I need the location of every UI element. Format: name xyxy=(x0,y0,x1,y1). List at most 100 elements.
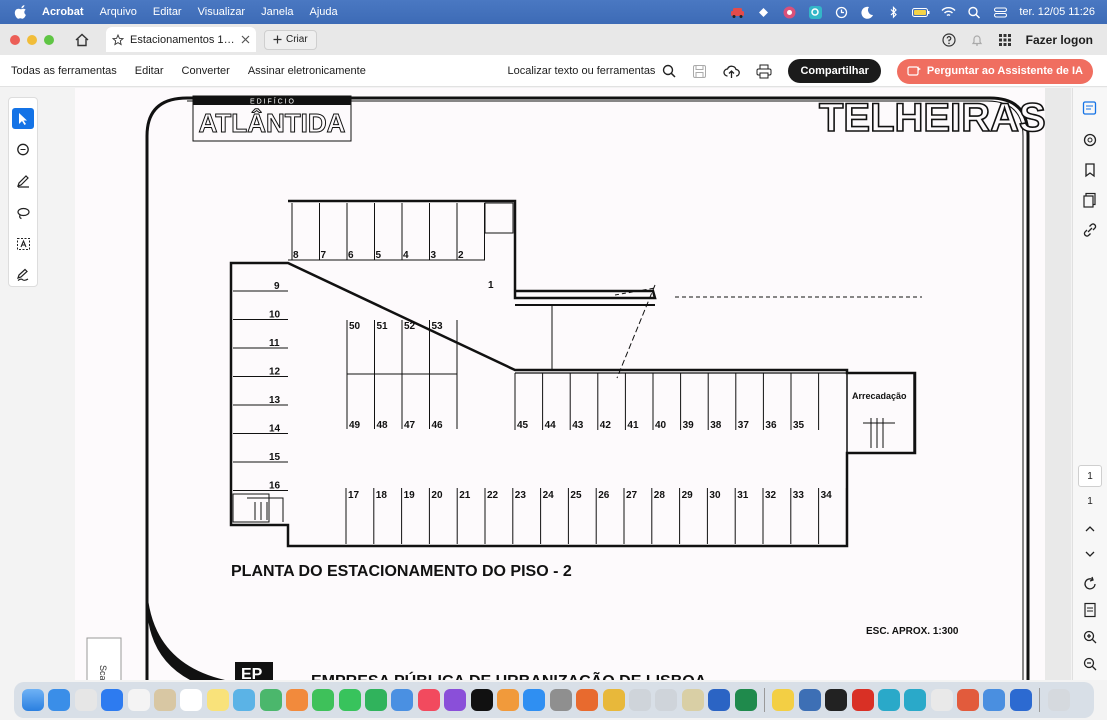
lasso-tool[interactable] xyxy=(12,202,34,223)
dock-contacts-icon[interactable] xyxy=(127,689,150,711)
dock-chrome-icon[interactable] xyxy=(602,689,625,711)
dock-photos-icon[interactable] xyxy=(285,689,308,711)
menu-app-name[interactable]: Acrobat xyxy=(42,6,84,18)
comment-tool[interactable] xyxy=(12,139,34,160)
dock-trash-icon[interactable] xyxy=(1047,689,1070,711)
dock-calendar-icon[interactable] xyxy=(180,689,203,711)
clock-status-icon[interactable] xyxy=(834,6,849,19)
bookmark-icon[interactable] xyxy=(1082,162,1098,178)
new-tab-button[interactable]: Criar xyxy=(264,29,317,50)
dock-disk-icon[interactable] xyxy=(798,689,821,711)
dock-warning-app-icon[interactable] xyxy=(772,689,795,711)
control-center-icon[interactable] xyxy=(993,6,1008,19)
link-icon[interactable] xyxy=(1082,222,1098,238)
dock-mail-icon[interactable] xyxy=(101,689,124,711)
page-down-icon[interactable] xyxy=(1082,546,1098,562)
car-status-icon[interactable] xyxy=(730,6,745,19)
attachment-icon[interactable] xyxy=(1082,132,1098,148)
dock-preview-icon[interactable] xyxy=(233,689,256,711)
bell-icon[interactable] xyxy=(970,33,984,47)
close-tab-icon[interactable] xyxy=(241,35,250,44)
dock-keynote-icon[interactable] xyxy=(391,689,414,711)
dock-git-icon[interactable] xyxy=(957,689,980,711)
draw-tool[interactable] xyxy=(12,171,34,192)
comments-panel-icon[interactable] xyxy=(1082,100,1098,116)
dock-notes-icon[interactable] xyxy=(153,689,176,711)
page-tools-icon[interactable] xyxy=(1082,602,1098,618)
text-tool[interactable] xyxy=(12,233,34,254)
star-icon[interactable] xyxy=(112,33,124,46)
dock-tv-icon[interactable] xyxy=(470,689,493,711)
print-icon[interactable] xyxy=(756,64,772,79)
dock-safari-icon[interactable] xyxy=(48,689,71,711)
zoom-out-icon[interactable] xyxy=(1082,656,1098,672)
space-number: 50 xyxy=(349,321,361,332)
minimize-window-button[interactable] xyxy=(27,34,37,45)
dock-appstore-icon[interactable] xyxy=(523,689,546,711)
toolbar-edit[interactable]: Editar xyxy=(135,65,164,77)
search-status-icon[interactable] xyxy=(808,5,823,19)
spotlight-search-icon[interactable] xyxy=(967,6,982,19)
find-tools-search[interactable]: Localizar texto ou ferramentas xyxy=(507,64,676,78)
close-window-button[interactable] xyxy=(10,34,20,45)
share-button[interactable]: Compartilhar xyxy=(788,59,881,83)
app-status-icon[interactable] xyxy=(756,6,771,19)
ai-assistant-button[interactable]: Perguntar ao Assistente de IA xyxy=(896,58,1093,84)
dock-stickies-icon[interactable] xyxy=(206,689,229,711)
menu-editar[interactable]: Editar xyxy=(153,6,182,18)
dock-search-app-2-icon[interactable] xyxy=(904,689,927,711)
moon-icon[interactable] xyxy=(860,6,875,19)
dock-unknown-app-icon[interactable] xyxy=(628,689,651,711)
zoom-window-button[interactable] xyxy=(44,34,54,45)
dock-finder-icon[interactable] xyxy=(22,689,44,711)
battery-icon[interactable] xyxy=(912,6,930,19)
home-icon[interactable] xyxy=(74,32,90,48)
toolbar-sign[interactable]: Assinar eletronicamente xyxy=(248,65,366,77)
menu-ajuda[interactable]: Ajuda xyxy=(310,6,338,18)
apps-grid-icon[interactable] xyxy=(998,33,1012,47)
save-icon[interactable] xyxy=(692,64,707,79)
menubar-datetime[interactable]: ter. 12/05 11:26 xyxy=(1019,6,1095,18)
dock-word-icon[interactable] xyxy=(708,689,731,711)
dock-window-icon[interactable] xyxy=(983,689,1006,711)
select-tool[interactable] xyxy=(12,108,34,130)
video-status-icon[interactable] xyxy=(782,6,797,19)
toolbar-convert[interactable]: Converter xyxy=(182,65,230,77)
pages-icon[interactable] xyxy=(1082,192,1098,208)
rotate-icon[interactable] xyxy=(1082,576,1098,592)
dock-music-icon[interactable] xyxy=(417,689,440,711)
dock-textedit-icon[interactable] xyxy=(681,689,704,711)
menu-arquivo[interactable]: Arquivo xyxy=(100,6,137,18)
help-icon[interactable] xyxy=(942,32,956,47)
dock-messages-icon[interactable] xyxy=(312,689,335,711)
document-viewport[interactable]: E D I F Í C I O ATLÂNTIDA TELHEIRAS Arre… xyxy=(75,88,1071,680)
dock-outlook-icon[interactable] xyxy=(1009,689,1032,711)
menu-janela[interactable]: Janela xyxy=(261,6,293,18)
dock-acrobat-icon[interactable] xyxy=(851,689,874,711)
dock-terminal-icon[interactable] xyxy=(825,689,848,711)
dock-maps-icon[interactable] xyxy=(259,689,282,711)
dock-firefox-icon[interactable] xyxy=(576,689,599,711)
dock-unknown-app-2-icon[interactable] xyxy=(655,689,678,711)
wifi-icon[interactable] xyxy=(941,6,956,19)
dock-document-icon[interactable] xyxy=(930,689,953,711)
tab-document[interactable]: Estacionamentos 18 e 1... xyxy=(106,27,256,52)
menu-visualizar[interactable]: Visualizar xyxy=(198,6,246,18)
toolbar-all-tools[interactable]: Todas as ferramentas xyxy=(11,65,117,77)
dock-launchpad-icon[interactable] xyxy=(74,689,97,711)
upload-cloud-icon[interactable] xyxy=(723,64,741,79)
dock-facetime-icon[interactable] xyxy=(338,689,361,711)
sign-tool[interactable] xyxy=(12,265,34,286)
dock-settings-icon[interactable] xyxy=(549,689,572,711)
dock-books-icon[interactable] xyxy=(497,689,520,711)
apple-icon[interactable] xyxy=(14,5,28,19)
login-link[interactable]: Fazer logon xyxy=(1026,33,1093,47)
current-page-input[interactable]: 1 xyxy=(1078,465,1102,487)
dock-search-app-icon[interactable] xyxy=(877,689,900,711)
zoom-in-icon[interactable] xyxy=(1082,629,1098,645)
dock-excel-icon[interactable] xyxy=(734,689,757,711)
dock-podcasts-icon[interactable] xyxy=(444,689,467,711)
page-up-icon[interactable] xyxy=(1082,521,1098,537)
dock-numbers-icon[interactable] xyxy=(365,689,388,711)
bluetooth-icon[interactable] xyxy=(886,5,901,19)
